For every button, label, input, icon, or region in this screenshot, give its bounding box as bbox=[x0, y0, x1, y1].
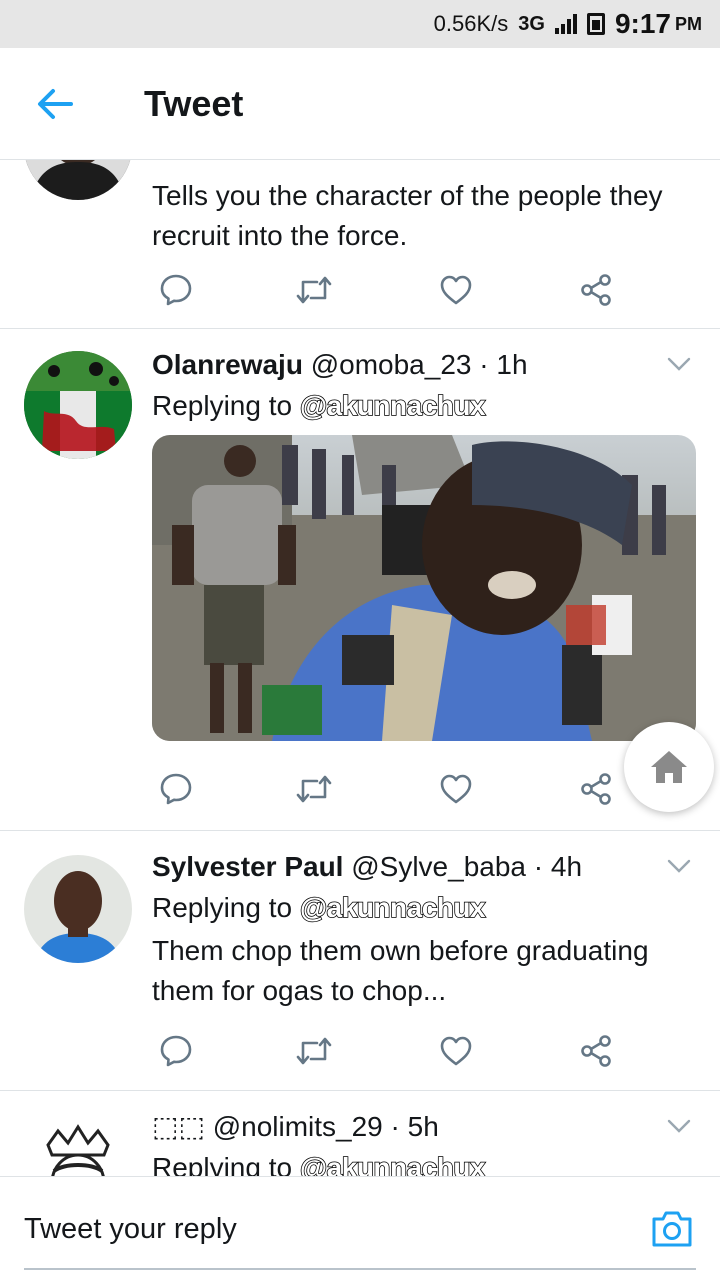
home-button[interactable] bbox=[624, 722, 714, 812]
reply-icon bbox=[160, 773, 192, 805]
replying-to-label: Replying to bbox=[152, 390, 293, 421]
tweet-time: 4h bbox=[550, 851, 583, 882]
retweet-icon bbox=[296, 775, 332, 803]
like-icon bbox=[440, 275, 472, 305]
retweet-button[interactable] bbox=[294, 769, 334, 809]
replying-to: Replying to @akunnachux bbox=[152, 385, 696, 427]
tweet-item[interactable]: Tells you the character of the people th… bbox=[0, 160, 720, 329]
share-icon bbox=[581, 1035, 611, 1067]
replying-to: Replying to @akunnachux bbox=[152, 1147, 696, 1176]
app-bar: Tweet bbox=[0, 48, 720, 160]
tweet-text: Them chop them own before graduating the… bbox=[152, 935, 649, 1006]
tweet-item[interactable]: ⬚⬚ @nolimits_29 · 5h Replying to @akunna… bbox=[0, 1091, 720, 1176]
tweet-actions bbox=[152, 1031, 632, 1071]
display-name[interactable]: Olanrewaju bbox=[152, 349, 303, 380]
like-icon bbox=[440, 774, 472, 804]
retweet-button[interactable] bbox=[294, 270, 334, 310]
like-button[interactable] bbox=[436, 270, 476, 310]
chevron-down-icon[interactable] bbox=[666, 351, 692, 377]
share-button[interactable] bbox=[576, 1031, 616, 1071]
tweet-item[interactable]: Sylvester Paul @Sylve_baba · 4h Replying… bbox=[0, 831, 720, 1091]
share-button[interactable] bbox=[576, 769, 616, 809]
separator-dot: · bbox=[390, 1111, 400, 1142]
share-icon bbox=[581, 274, 611, 306]
tweet-actions bbox=[152, 769, 632, 809]
retweet-icon bbox=[296, 1037, 332, 1065]
display-name[interactable]: Sylvester Paul bbox=[152, 851, 343, 882]
mention-link[interactable]: @akunnachux bbox=[299, 1151, 486, 1176]
network-type: 3G bbox=[518, 13, 545, 36]
like-button[interactable] bbox=[436, 1031, 476, 1071]
camera-icon bbox=[652, 1211, 692, 1247]
user-handle[interactable]: @nolimits_29 bbox=[213, 1111, 383, 1142]
user-handle[interactable]: @Sylve_baba bbox=[351, 851, 526, 882]
replies-feed[interactable]: Tells you the character of the people th… bbox=[0, 160, 720, 1176]
back-button[interactable] bbox=[0, 48, 110, 160]
reply-composer bbox=[0, 1176, 720, 1280]
tweet-image[interactable] bbox=[152, 435, 696, 741]
tweet-time: 1h bbox=[496, 349, 528, 380]
reply-icon bbox=[160, 1035, 192, 1067]
battery-icon bbox=[586, 13, 605, 35]
reply-button[interactable] bbox=[156, 769, 196, 809]
avatar[interactable] bbox=[24, 351, 132, 459]
avatar[interactable] bbox=[24, 855, 132, 963]
mention-link[interactable]: @akunnachux bbox=[299, 891, 486, 924]
mention-link[interactable]: @akunnachux bbox=[299, 389, 486, 422]
separator-dot: · bbox=[479, 349, 489, 380]
reply-icon bbox=[160, 274, 192, 306]
home-icon bbox=[651, 751, 687, 783]
reply-button[interactable] bbox=[156, 1031, 196, 1071]
replying-to-label: Replying to bbox=[152, 1152, 293, 1176]
clock-ampm: PM bbox=[675, 13, 702, 34]
tweet-text: Tells you the character of the people th… bbox=[152, 180, 663, 251]
reply-button[interactable] bbox=[156, 270, 196, 310]
tweet-actions bbox=[152, 270, 632, 310]
status-bar: 0.56K/s 3G 9:17 PM bbox=[0, 0, 720, 48]
page-title: Tweet bbox=[144, 82, 244, 124]
like-button[interactable] bbox=[436, 769, 476, 809]
display-name[interactable]: ⬚⬚ bbox=[152, 1111, 205, 1142]
retweet-icon bbox=[296, 276, 332, 304]
tweet-item[interactable]: Olanrewaju @omoba_23 · 1h Replying to @a… bbox=[0, 329, 720, 831]
network-speed: 0.56K/s bbox=[433, 11, 509, 36]
tweet-header: Olanrewaju @omoba_23 · 1h bbox=[152, 345, 696, 385]
avatar[interactable] bbox=[24, 1115, 132, 1176]
user-handle[interactable]: @omoba_23 bbox=[311, 349, 472, 380]
clock-time: 9:17 bbox=[614, 8, 671, 39]
arrow-left-icon bbox=[38, 88, 73, 119]
replying-to: Replying to @akunnachux bbox=[152, 887, 696, 929]
tweet-header: Sylvester Paul @Sylve_baba · 4h bbox=[152, 847, 696, 887]
tweet-time: 5h bbox=[407, 1111, 439, 1142]
network-type-label: 3G bbox=[518, 12, 545, 35]
replying-to-label: Replying to bbox=[152, 892, 293, 923]
like-icon bbox=[440, 1036, 472, 1066]
separator-dot: · bbox=[533, 851, 544, 882]
chevron-down-icon[interactable] bbox=[666, 1113, 692, 1139]
tweet-header: ⬚⬚ @nolimits_29 · 5h bbox=[152, 1107, 696, 1147]
avatar[interactable] bbox=[24, 160, 132, 200]
chevron-down-icon[interactable] bbox=[666, 853, 692, 879]
share-icon bbox=[581, 773, 611, 805]
input-underline bbox=[24, 1268, 696, 1270]
signal-icon bbox=[554, 14, 577, 34]
share-button[interactable] bbox=[576, 270, 616, 310]
retweet-button[interactable] bbox=[294, 1031, 334, 1071]
camera-button[interactable] bbox=[650, 1209, 694, 1249]
reply-input[interactable] bbox=[24, 1207, 604, 1251]
